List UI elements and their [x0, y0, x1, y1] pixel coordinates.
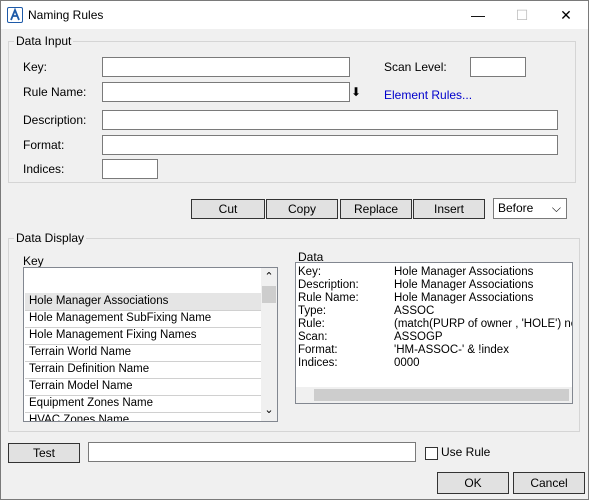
scroll-up-icon[interactable]: ⌃	[261, 268, 277, 284]
key-list[interactable]: Hole Manager Associations Hole Managemen…	[23, 267, 278, 422]
cancel-button[interactable]: Cancel	[513, 472, 585, 494]
position-select[interactable]: Before ⌵	[493, 198, 567, 219]
maximize-button: ☐	[515, 7, 529, 23]
test-button[interactable]: Test	[8, 443, 80, 463]
test-input[interactable]	[88, 442, 416, 462]
window-title: Naming Rules	[28, 8, 104, 22]
minimize-button[interactable]: —	[456, 1, 500, 29]
key-label: Key:	[23, 60, 48, 74]
use-rule-checkbox[interactable]	[425, 447, 438, 460]
description-input[interactable]	[102, 110, 558, 130]
ok-button[interactable]: OK	[437, 472, 509, 494]
data-key: Rule:	[298, 318, 325, 330]
list-item[interactable]: Hole Management SubFixing Name	[29, 310, 211, 327]
insert-button[interactable]: Insert	[413, 199, 485, 219]
title-bar[interactable]: Naming Rules — ☐ ✕	[1, 1, 588, 29]
data-value: Hole Manager Associations	[394, 292, 534, 304]
scan-level-input[interactable]	[470, 57, 526, 77]
scrollbar-thumb[interactable]	[262, 286, 276, 303]
use-rule-label: Use Rule	[441, 445, 491, 459]
data-value: (match(PURP of owner , 'HOLE') neq	[394, 318, 573, 330]
data-value: 'HM-ASSOC-' & !index	[394, 344, 509, 356]
format-label: Format:	[23, 138, 65, 152]
key-list-scrollbar[interactable]: ⌃ ⌄	[261, 268, 277, 421]
description-label: Description:	[23, 113, 87, 127]
list-item[interactable]: Equipment Zones Name	[29, 395, 153, 412]
data-key: Indices:	[298, 357, 338, 369]
indices-input[interactable]	[102, 159, 158, 179]
data-value: Hole Manager Associations	[394, 266, 534, 278]
copy-button[interactable]: Copy	[266, 199, 338, 219]
data-panel-hscrollbar[interactable]	[296, 387, 572, 403]
data-value: ASSOC	[394, 305, 435, 317]
element-rules-link[interactable]: Element Rules...	[384, 88, 472, 102]
indices-label: Indices:	[23, 162, 65, 176]
rule-name-input[interactable]	[102, 82, 350, 102]
key-input[interactable]	[102, 57, 350, 77]
data-key: Rule Name:	[298, 292, 359, 304]
chevron-down-icon: ⌵	[551, 201, 561, 215]
naming-rules-window: Naming Rules — ☐ ✕ Data Input Key: Scan …	[0, 0, 589, 500]
data-key: Format:	[298, 344, 338, 356]
list-item[interactable]: HVAC Zones Name	[29, 412, 129, 421]
format-input[interactable]	[102, 135, 558, 155]
list-item[interactable]: Terrain Definition Name	[29, 361, 149, 378]
position-select-value: Before	[498, 201, 534, 215]
cut-button[interactable]: Cut	[191, 199, 265, 219]
close-button[interactable]: ✕	[544, 1, 588, 29]
list-item[interactable]: Terrain Model Name	[29, 378, 133, 395]
scan-level-label: Scan Level:	[384, 60, 447, 74]
key-list-header: Key	[23, 254, 44, 268]
data-input-label: Data Input	[14, 34, 74, 48]
data-value: 0000	[394, 357, 420, 369]
scroll-down-icon[interactable]: ⌄	[261, 404, 277, 420]
list-item[interactable]: Hole Management Fixing Names	[29, 327, 196, 344]
data-display-label: Data Display	[14, 231, 87, 245]
list-item[interactable]: Hole Manager Associations	[29, 293, 168, 310]
rule-name-label: Rule Name:	[23, 85, 87, 99]
download-icon[interactable]: ⬇	[351, 85, 361, 99]
replace-button[interactable]: Replace	[340, 199, 412, 219]
app-icon	[7, 7, 23, 23]
data-key: Description:	[298, 279, 359, 291]
data-value: ASSOGP	[394, 331, 443, 343]
list-item[interactable]: Terrain World Name	[29, 344, 131, 361]
data-value: Hole Manager Associations	[394, 279, 534, 291]
data-key: Key:	[298, 266, 322, 278]
data-panel[interactable]: Key: Hole Manager Associations Descripti…	[295, 262, 573, 404]
scrollbar-thumb[interactable]	[314, 389, 569, 401]
data-key: Type:	[298, 305, 327, 317]
data-key: Scan:	[298, 331, 328, 343]
